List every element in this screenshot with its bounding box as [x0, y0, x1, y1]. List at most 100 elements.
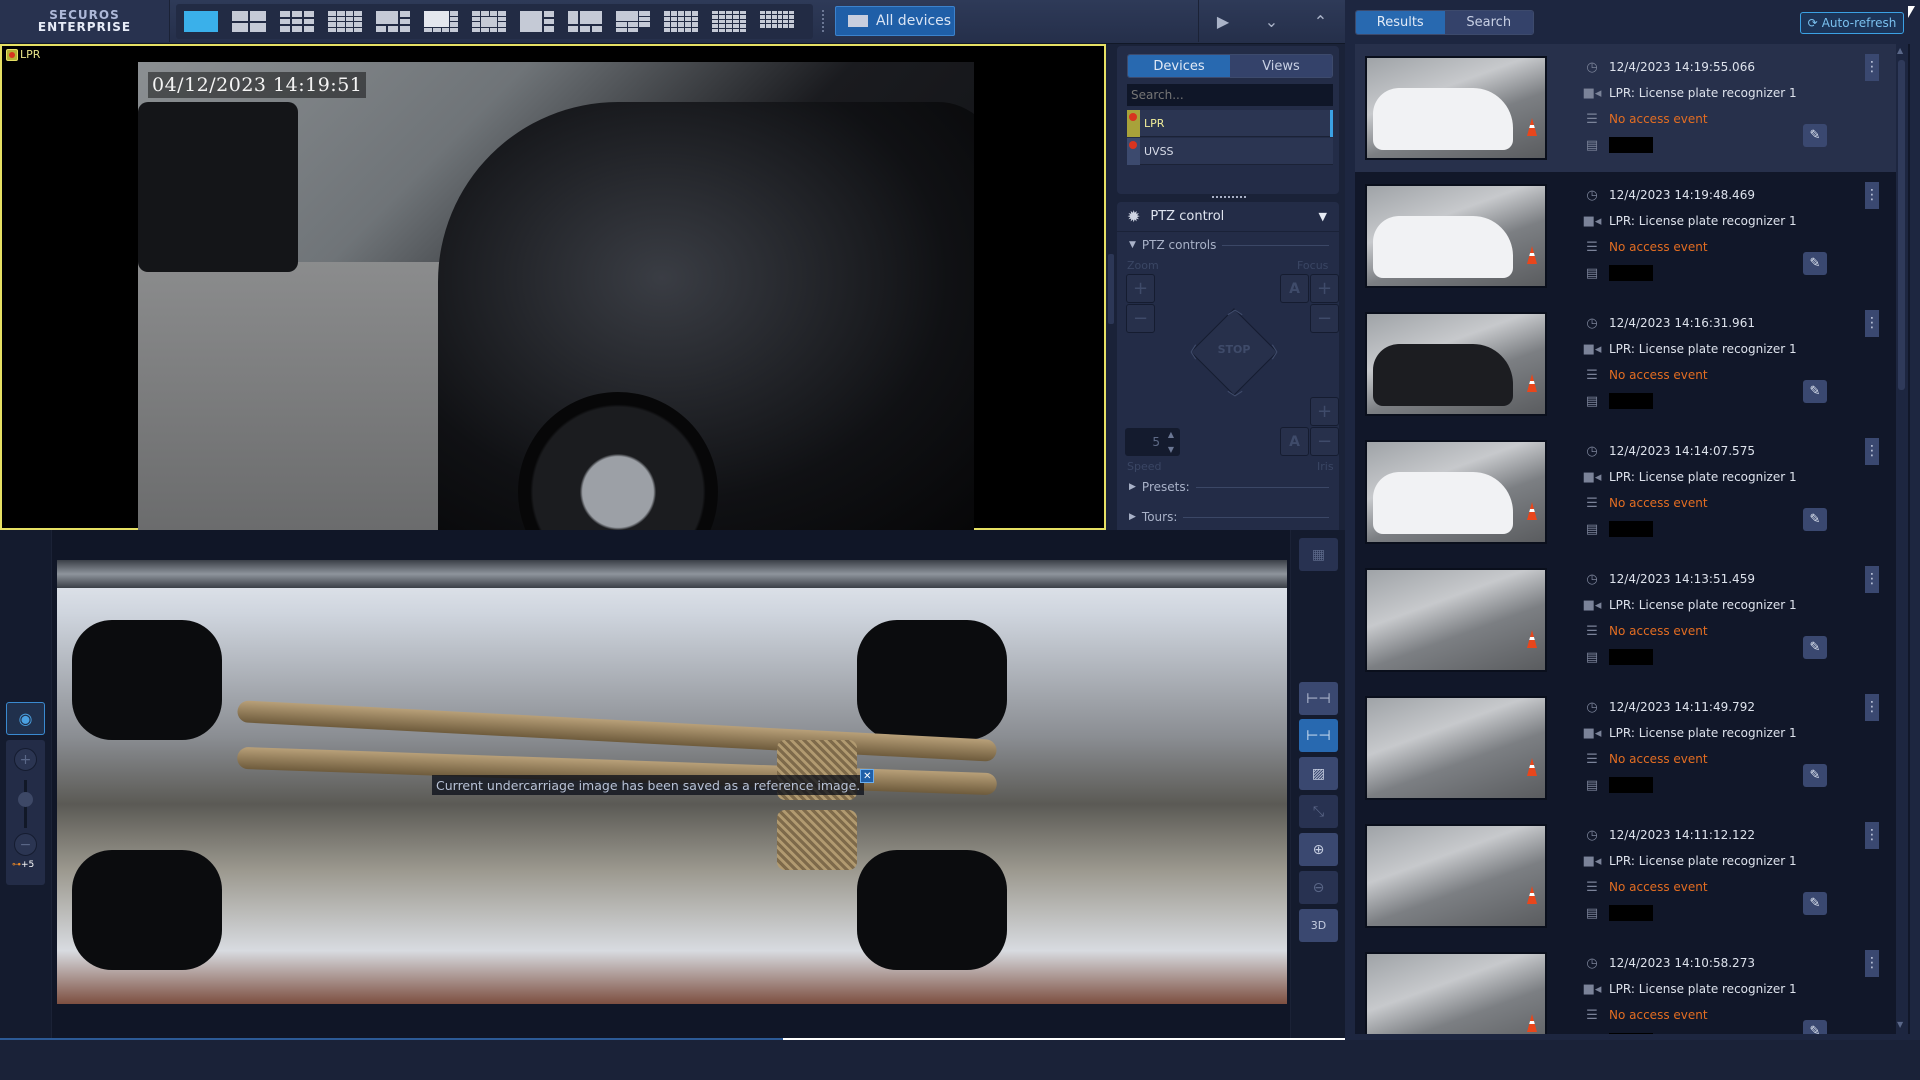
close-icon[interactable]: ✕ [860, 769, 875, 783]
layout-3x3-button[interactable] [280, 11, 314, 32]
tab-search[interactable]: Search [1444, 11, 1533, 34]
auto-refresh-button[interactable]: ⟳ Auto-refresh [1800, 12, 1904, 34]
reference-image-button[interactable]: ▨ [1299, 757, 1338, 790]
chevron-up-icon[interactable]: ⌃ [1314, 12, 1327, 31]
layout-1plus5-button[interactable] [376, 11, 410, 32]
zoom-slider[interactable]: + − ⊶+5 [6, 740, 45, 885]
result-item[interactable]: ◷ 12/4/2023 14:16:31.961 ■◂ LPR: License… [1355, 300, 1898, 428]
scroll-up-icon[interactable]: ▲ [1897, 46, 1903, 55]
layout-1plus12-button[interactable] [472, 11, 506, 32]
layout-2plus3-button[interactable] [568, 11, 602, 32]
device-item-lpr[interactable]: LPR [1127, 109, 1333, 137]
play-right-icon[interactable]: ▶ [1217, 12, 1229, 31]
pan-up-icon[interactable]: ︿ [1227, 295, 1243, 319]
result-thumbnail[interactable] [1365, 824, 1547, 928]
result-item[interactable]: ◷ 12/4/2023 14:14:07.575 ■◂ LPR: License… [1355, 428, 1898, 556]
device-search-input[interactable] [1127, 84, 1333, 106]
ptz-controls-section[interactable]: ▼ PTZ controls [1129, 238, 1329, 252]
zoom-thumb[interactable] [18, 792, 33, 807]
more-options-button[interactable]: ⋮ [1865, 694, 1879, 721]
result-thumbnail[interactable] [1365, 184, 1547, 288]
layout-1plus7-button[interactable] [424, 11, 458, 32]
result-thumbnail[interactable] [1365, 56, 1547, 160]
zoom-out-button[interactable]: − [1126, 304, 1155, 333]
more-options-button[interactable]: ⋮ [1865, 822, 1879, 849]
result-item[interactable]: ◷ 12/4/2023 14:13:51.459 ■◂ LPR: License… [1355, 556, 1898, 684]
layout-2plus8-button[interactable] [616, 11, 650, 32]
focus-minus-button[interactable]: − [1310, 304, 1339, 333]
result-item[interactable]: ◷ 12/4/2023 14:11:12.122 ■◂ LPR: License… [1355, 812, 1898, 940]
presets-section[interactable]: ▶ Presets: [1129, 480, 1329, 494]
layout-1plus3-button[interactable] [520, 11, 554, 32]
tab-views[interactable]: Views [1230, 55, 1332, 77]
stepper-arrows[interactable]: ▲ ▼ [1164, 430, 1178, 454]
scrollbar-thumb[interactable] [1898, 60, 1905, 390]
layout-more-dropdown[interactable] [760, 11, 794, 32]
layout-5x5-button[interactable] [712, 11, 746, 32]
result-thumbnail[interactable] [1365, 952, 1547, 1034]
edit-button[interactable]: ✎ [1803, 764, 1827, 787]
edit-button[interactable]: ✎ [1803, 892, 1827, 915]
result-thumbnail[interactable] [1365, 696, 1547, 800]
result-item[interactable]: ◷ 12/4/2023 14:19:55.066 ■◂ LPR: License… [1355, 44, 1898, 172]
tab-results[interactable]: Results [1356, 11, 1445, 34]
chevron-down-icon[interactable]: ⌄ [1265, 12, 1278, 31]
result-thumbnail[interactable] [1365, 568, 1547, 672]
zoom-3d-button[interactable]: 3D [1299, 909, 1338, 942]
zoom-minus-button[interactable]: − [14, 833, 37, 856]
ptz-stop-button[interactable]: STOP [1209, 343, 1259, 356]
result-item[interactable]: ◷ 12/4/2023 14:10:58.273 ■◂ LPR: License… [1355, 940, 1898, 1034]
iris-auto-button[interactable]: A [1280, 427, 1309, 456]
more-options-button[interactable]: ⋮ [1865, 950, 1879, 977]
edit-button[interactable]: ✎ [1803, 508, 1827, 531]
layout-2x2-button[interactable] [232, 11, 266, 32]
pan-right-icon[interactable]: 〉 [1271, 339, 1287, 363]
more-options-button[interactable]: ⋮ [1865, 566, 1879, 593]
zoom-in-tool-button[interactable]: ⊕ [1299, 833, 1338, 866]
timeline-progress[interactable] [0, 1038, 1345, 1040]
layout-4x5-button[interactable] [664, 11, 698, 32]
iris-plus-button[interactable]: + [1310, 397, 1339, 426]
result-item[interactable]: ◷ 12/4/2023 14:11:49.792 ■◂ LPR: License… [1355, 684, 1898, 812]
device-item-uvss[interactable]: UVSS [1127, 137, 1333, 165]
pan-left-icon[interactable]: 〈 [1181, 339, 1197, 363]
more-options-button[interactable]: ⋮ [1865, 310, 1879, 337]
layout-1x1-button[interactable] [184, 11, 218, 32]
result-thumbnail[interactable] [1365, 312, 1547, 416]
tab-devices[interactable]: Devices [1128, 55, 1230, 77]
panel-collapse-handle[interactable] [1108, 254, 1114, 324]
result-access-row: ☰ No access event [1583, 494, 1707, 512]
axle-compare-button[interactable]: ⊢⊣ [1299, 682, 1338, 715]
result-item[interactable]: ◷ 12/4/2023 14:19:48.469 ■◂ LPR: License… [1355, 172, 1898, 300]
zoom-in-button[interactable]: + [1126, 274, 1155, 303]
view-mode-button[interactable]: ◉ [6, 702, 45, 735]
result-thumbnail[interactable] [1365, 440, 1547, 544]
edit-button[interactable]: ✎ [1803, 252, 1827, 275]
scroll-down-icon[interactable]: ▼ [1897, 1020, 1903, 1029]
axle-badge[interactable]: ⊶+5 [12, 860, 34, 870]
splitter-grip[interactable] [1212, 196, 1246, 199]
zoom-plus-button[interactable]: + [14, 748, 37, 771]
edit-button[interactable]: ✎ [1803, 1020, 1827, 1034]
more-options-button[interactable]: ⋮ [1865, 54, 1879, 81]
speed-stepper[interactable]: 5 ▲ ▼ [1125, 428, 1180, 456]
edit-button[interactable]: ✎ [1803, 124, 1827, 147]
caret-down-icon[interactable]: ▼ [1319, 210, 1327, 223]
results-scrollbar[interactable]: ▲ ▼ [1896, 44, 1908, 1034]
edit-button[interactable]: ✎ [1803, 636, 1827, 659]
all-devices-button[interactable]: All devices [835, 6, 955, 36]
layout-4x4-button[interactable] [328, 11, 362, 32]
axle-view-button[interactable]: ⊢⊣ [1299, 719, 1338, 752]
more-options-button[interactable]: ⋮ [1865, 182, 1879, 209]
calendar-clock-button[interactable]: ▦ [1299, 538, 1338, 571]
edit-button[interactable]: ✎ [1803, 380, 1827, 403]
iris-minus-button[interactable]: − [1310, 427, 1339, 456]
zoom-out-tool-button[interactable]: ⊖ [1299, 871, 1338, 904]
pan-down-icon[interactable]: ﹀ [1227, 385, 1243, 409]
more-options-button[interactable]: ⋮ [1865, 438, 1879, 465]
ptz-header[interactable]: ✹ PTZ control ▼ [1117, 202, 1339, 232]
tours-section[interactable]: ▶ Tours: [1129, 510, 1329, 524]
focus-plus-button[interactable]: + [1310, 274, 1339, 303]
lpr-video-tile[interactable]: LPR 04/12/2023 14:19:51 [0, 44, 1106, 530]
fit-screen-button[interactable]: ⤡ [1299, 795, 1338, 828]
